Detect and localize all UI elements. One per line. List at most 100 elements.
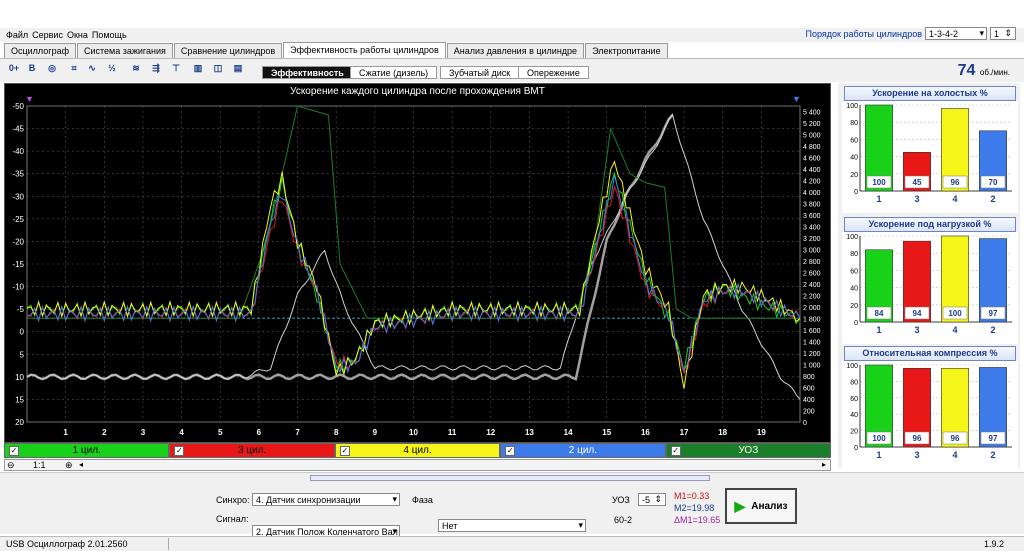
x-tick-label: 17 — [680, 428, 689, 437]
zoom-in-icon[interactable]: ⊕ — [65, 460, 73, 471]
y-right-tick-label: 5 200 — [803, 121, 821, 128]
bar-value-label: 100 — [872, 434, 886, 443]
legend-label: 2 цил. — [568, 445, 598, 456]
wave-tool-icon[interactable]: ∿ — [84, 63, 100, 77]
y-left-tick-label: 20 — [15, 418, 24, 427]
legend-cyl4[interactable]: ✓ 4 цил. — [334, 443, 501, 458]
menu-file[interactable]: Файл — [6, 30, 28, 40]
bars-tool-icon[interactable]: ▥ — [190, 63, 206, 77]
rpm-value: 74 — [957, 62, 976, 79]
y-right-tick-label: 4 400 — [803, 167, 821, 174]
y-left-tick-label: 10 — [15, 373, 24, 382]
analyze-button[interactable]: ▶ Анализ — [725, 488, 797, 524]
cylinder-order-select[interactable]: 1-3-4-2 — [925, 27, 987, 40]
y-tick-label: 40 — [850, 412, 858, 419]
checkbox-icon[interactable]: ✓ — [339, 446, 350, 456]
y-right-tick-label: 1 200 — [803, 351, 821, 358]
y-right-tick-label: 1 400 — [803, 340, 821, 347]
y-right-tick-label: 4 600 — [803, 156, 821, 163]
legend-uoz[interactable]: ✓ УОЗ — [665, 443, 832, 458]
y-tick-label: 80 — [850, 251, 858, 258]
scale-tool-icon[interactable]: ⌗ — [66, 63, 82, 77]
checkbox-icon[interactable]: ✓ — [505, 446, 516, 456]
y-right-tick-label: 3 600 — [803, 213, 821, 220]
subtab-gear-disk[interactable]: Зубчатый диск — [440, 66, 520, 79]
marker-tool-icon[interactable]: ⊤ — [168, 63, 184, 77]
y-right-tick-label: 5 400 — [803, 110, 821, 117]
status-version: 1.9.2 — [983, 539, 1004, 549]
filter-tool-icon[interactable]: ≋ — [128, 63, 144, 77]
load-accel-header[interactable]: Ускорение под нагрузкой % — [844, 217, 1016, 232]
bar-category-label: 1 — [876, 450, 881, 460]
tab-ignition[interactable]: Система зажигания — [77, 43, 173, 58]
spinner-arrows-icon[interactable]: ⇕ — [654, 494, 662, 505]
x-tick-label: 18 — [718, 428, 727, 437]
legend-cyl3[interactable]: ✓ 3 цил. — [169, 443, 335, 458]
y-right-tick-label: 1 600 — [803, 328, 821, 335]
checkbox-icon[interactable]: ✓ — [174, 446, 185, 456]
subtab-advance[interactable]: Опережение — [518, 66, 589, 79]
y-left-tick-label: -40 — [12, 147, 24, 156]
y-tick-label: 60 — [850, 268, 858, 275]
tab-cylinder-compare[interactable]: Сравнение цилиндров — [173, 43, 283, 58]
grid-tool-icon[interactable]: ▤ — [230, 63, 246, 77]
uoz-label: УОЗ — [612, 495, 630, 505]
y-right-tick-label: 1 800 — [803, 317, 821, 324]
x-tick-label: 13 — [525, 428, 534, 437]
menu-windows[interactable]: Окна — [67, 30, 88, 40]
idle-accel-header[interactable]: Ускорение на холостых % — [844, 86, 1016, 101]
menu-service[interactable]: Сервис — [32, 30, 63, 40]
y-tick-label: 80 — [850, 379, 858, 386]
uoz-spinner[interactable]: -5 ⇕ — [638, 493, 666, 506]
align-tool-icon[interactable]: ⇶ — [148, 63, 164, 77]
y-right-tick-label: 4 000 — [803, 190, 821, 197]
bar-category-label: 4 — [952, 325, 957, 335]
bar-category-label: 1 — [876, 325, 881, 335]
legend-label: 3 цил. — [237, 445, 267, 456]
tab-power-supply[interactable]: Электропитание — [585, 43, 668, 58]
cursor-tool-icon[interactable]: 0+ — [6, 63, 22, 77]
zoom-scroll-bar[interactable]: ⊖ 1:1 ⊕ ◂ ▸ — [4, 459, 831, 471]
cylinder-spinner[interactable]: 1 ⇕ — [990, 27, 1016, 40]
fraction-tool-icon[interactable]: ½ — [104, 63, 120, 77]
scroll-right-icon[interactable]: ▸ — [822, 460, 826, 469]
phase-select[interactable]: Нет — [438, 519, 586, 532]
y-tick-label: 20 — [850, 303, 858, 310]
subtab-compression[interactable]: Сжатие (дизель) — [350, 66, 438, 79]
x-tick-label: 1 — [63, 428, 68, 437]
marker-m1: M1=0.33 — [674, 491, 710, 501]
zoom-out-icon[interactable]: ⊖ — [7, 460, 15, 471]
y-tick-label: 100 — [846, 103, 858, 110]
subtab-efficiency[interactable]: Эффективность — [262, 66, 353, 79]
sync-select[interactable]: 4. Датчик синхронизации — [252, 493, 400, 506]
cylinder-legend: ✓ 1 цил. ✓ 3 цил. ✓ 4 цил. ✓ 2 цил. ✓ УОЗ — [4, 443, 832, 458]
legend-label: УОЗ — [738, 445, 759, 456]
legend-cyl1[interactable]: ✓ 1 цил. — [4, 443, 170, 458]
rpm-tool-icon[interactable]: ◎ — [44, 63, 60, 77]
acceleration-chart[interactable]: -50 -45 -40 -35 -30 -25 -20 -15 -10 -5 0 5 10 15 20 1 2 3… — [4, 83, 831, 443]
bold-tool-icon[interactable]: B — [24, 63, 40, 77]
checkbox-icon[interactable]: ✓ — [9, 446, 19, 456]
tab-pressure-analysis[interactable]: Анализ давления в цилиндре — [446, 43, 585, 58]
cylinder-order-control: Порядок работы цилиндров 1-3-4-2 1⇕ — [806, 27, 1016, 40]
y-left-tick-label: -25 — [12, 215, 24, 224]
spinner-arrows-icon[interactable]: ⇕ — [1004, 28, 1012, 39]
menu-help[interactable]: Помощь — [92, 30, 127, 40]
splitter-handle[interactable] — [310, 475, 710, 481]
checkbox-icon[interactable]: ✓ — [670, 446, 681, 456]
compression-header[interactable]: Относительная компрессия % — [844, 346, 1016, 361]
y-left-tick-label: -5 — [17, 305, 25, 314]
series-line-4 цил. — [26, 160, 801, 389]
y-right-tick-label: 2 400 — [803, 282, 821, 289]
x-tick-label: 9 — [373, 428, 378, 437]
scroll-left-icon[interactable]: ◂ — [79, 460, 83, 469]
x-tick-label: 2 — [102, 428, 107, 437]
y-tick-label: 80 — [850, 120, 858, 127]
chart-tool-icon[interactable]: ◫ — [210, 63, 226, 77]
tab-oscilloscope[interactable]: Осциллограф — [4, 43, 76, 58]
y-left-tick-label: -35 — [12, 170, 24, 179]
tab-cylinder-efficiency[interactable]: Эффективность работы цилиндров — [283, 42, 446, 58]
legend-label: 1 цил. — [72, 445, 101, 456]
compression-panel: 0 20 40 60 80 100 100 1 96 3 96 4 97 2 — [842, 361, 1018, 469]
legend-cyl2[interactable]: ✓ 2 цил. — [500, 443, 666, 458]
